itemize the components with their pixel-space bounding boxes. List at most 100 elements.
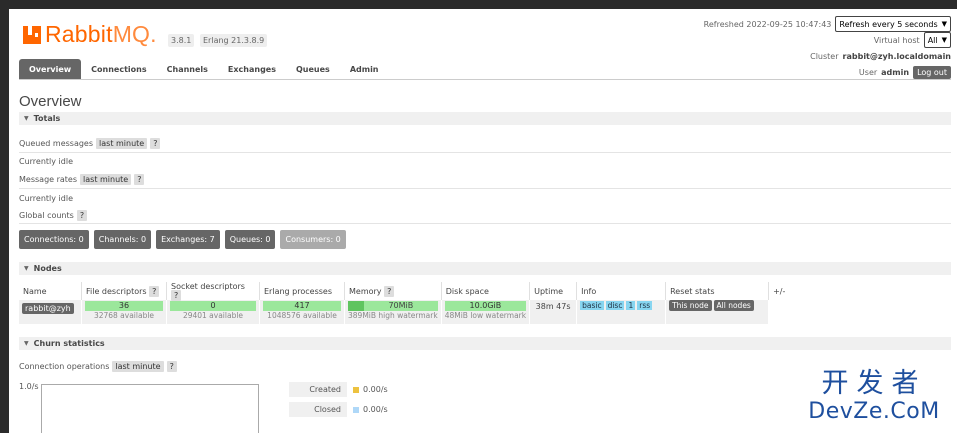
watermark-cn: 开发者: [821, 368, 927, 399]
page-title: Overview: [19, 93, 82, 110]
erlang-version-badge: Erlang 21.3.8.9: [200, 34, 268, 47]
refresh-interval-value: Refresh every 5 seconds: [839, 19, 938, 29]
refresh-interval-select[interactable]: Refresh every 5 seconds ▼: [835, 16, 951, 32]
watermark-en: DevZe.CoM: [808, 399, 940, 424]
uptime-cell: 38m 47s: [529, 300, 578, 324]
window-top-border: [0, 0, 948, 9]
reset-this-node-button[interactable]: This node: [669, 300, 712, 311]
legend-closed-label: Closed: [289, 402, 347, 417]
vhost-select[interactable]: All ▼: [923, 32, 951, 48]
rates-range-select[interactable]: last minute: [80, 174, 132, 185]
exchanges-count-button[interactable]: Exchanges: 7: [156, 230, 220, 249]
columns-toggle[interactable]: +/-: [768, 282, 798, 300]
totals-section-header[interactable]: ▼ Totals: [19, 112, 951, 125]
channels-count-button[interactable]: Channels: 0: [93, 230, 152, 249]
queued-idle-text: Currently idle: [19, 157, 73, 166]
tab-channels[interactable]: Channels: [157, 59, 218, 79]
disk-watermark: 48MiB low watermark: [444, 311, 527, 320]
nodes-section-header[interactable]: ▼ Nodes: [19, 262, 951, 275]
tab-overview[interactable]: Overview: [19, 59, 82, 79]
version-badge: 3.8.1: [168, 34, 195, 47]
nodes-header-row: Name File descriptors ? Socket descripto…: [19, 282, 798, 301]
help-button[interactable]: ?: [149, 285, 160, 297]
main-tabs: Overview Connections Channels Exchanges …: [19, 59, 389, 79]
totals-title: Totals: [33, 114, 61, 123]
logo-text-rabbit: Rabbit: [45, 21, 113, 47]
rabbitmq-logo[interactable]: Rabbit MQ.: [23, 21, 157, 48]
legend-created-label: Created: [289, 382, 347, 397]
col-socket-descriptors: Socket descriptors ?: [166, 282, 260, 301]
help-button[interactable]: ?: [384, 285, 395, 297]
divider: [19, 152, 951, 153]
connection-operations-label: Connection operations: [19, 362, 110, 371]
fd-bar: 36: [85, 301, 163, 311]
header-info: Refreshed 2022-09-25 10:47:43 Refresh ev…: [704, 16, 951, 80]
disk-cell: 10.0GiB 48MiB low watermark: [441, 300, 531, 324]
info-tag: rss: [637, 301, 653, 310]
col-name: Name: [19, 282, 82, 300]
legend-created-swatch: [353, 386, 359, 393]
logout-button[interactable]: Log out: [913, 65, 951, 79]
ep-cell: 417 1048576 available: [259, 300, 345, 324]
global-counts: Connections: 0 Channels: 0 Exchanges: 7 …: [19, 230, 346, 249]
legend-closed-value: 0.00/s: [363, 405, 388, 414]
churn-chart: [41, 384, 259, 433]
user-name: admin: [881, 67, 910, 77]
help-button[interactable]: ?: [150, 138, 161, 149]
chevron-down-icon: ▼: [941, 36, 947, 44]
legend-created-value: 0.00/s: [363, 385, 388, 394]
info-tag: basic: [580, 301, 604, 310]
col-disk-space: Disk space: [441, 282, 531, 300]
reset-all-nodes-button[interactable]: All nodes: [713, 300, 754, 311]
consumers-count-button[interactable]: Consumers: 0: [280, 230, 346, 249]
cluster-label: Cluster: [810, 51, 839, 61]
ep-bar: 417: [263, 301, 341, 311]
sd-cell: 0 29401 available: [166, 300, 260, 324]
queues-count-button[interactable]: Queues: 0: [224, 230, 276, 249]
col-socket-descriptors-label: Socket descriptors: [171, 282, 245, 291]
tab-connections[interactable]: Connections: [81, 59, 156, 79]
node-name-cell: rabbit@zyh: [19, 300, 82, 324]
rates-idle-text: Currently idle: [19, 194, 73, 203]
help-button[interactable]: ?: [171, 290, 182, 301]
legend-closed-swatch: [353, 406, 359, 413]
connections-count-button[interactable]: Connections: 0: [19, 230, 89, 249]
message-rates-row: Message rates last minute ?: [19, 174, 145, 185]
col-uptime: Uptime: [529, 282, 578, 300]
user-label: User: [858, 67, 878, 77]
col-memory: Memory ?: [344, 282, 442, 300]
queued-messages-row: Queued messages last minute ?: [19, 138, 161, 149]
memory-cell: 70MiB 389MiB high watermark: [344, 300, 442, 324]
col-erlang-processes: Erlang processes: [259, 282, 345, 300]
divider: [19, 223, 951, 224]
tab-admin[interactable]: Admin: [340, 59, 389, 79]
legend-closed: Closed 0.00/s: [289, 402, 388, 417]
queued-range-select[interactable]: last minute: [96, 138, 148, 149]
node-link[interactable]: rabbit@zyh: [22, 303, 74, 314]
vhost-label: Virtual host: [873, 35, 920, 45]
global-counts-row: Global counts ?: [19, 210, 88, 221]
empty-cell: [768, 300, 798, 324]
queued-messages-label: Queued messages: [19, 139, 94, 148]
memory-bar: 70MiB: [348, 301, 438, 311]
churn-range-select[interactable]: last minute: [112, 361, 164, 372]
chevron-down-icon: ▼: [941, 20, 947, 28]
col-info: Info: [576, 282, 667, 300]
rabbitmq-logo-icon: [23, 25, 41, 44]
memory-watermark: 389MiB high watermark: [348, 311, 438, 320]
churn-title: Churn statistics: [33, 339, 105, 348]
tab-exchanges[interactable]: Exchanges: [218, 59, 286, 79]
help-button[interactable]: ?: [166, 361, 177, 372]
help-button[interactable]: ?: [134, 174, 145, 185]
vhost-value: All: [927, 35, 938, 45]
nodes-table: Name File descriptors ? Socket descripto…: [19, 282, 798, 324]
tab-queues[interactable]: Queues: [286, 59, 340, 79]
watermark: 开发者 DevZe.CoM: [797, 369, 951, 425]
help-button[interactable]: ?: [76, 210, 88, 221]
reset-cell: This node All nodes: [665, 300, 770, 324]
info-cell: basic disc 1 rss: [576, 300, 667, 324]
disk-bar: 10.0GiB: [444, 301, 527, 311]
tabs-divider: [19, 79, 951, 80]
churn-section-header[interactable]: ▼ Churn statistics: [19, 337, 951, 350]
fd-cell: 36 32768 available: [81, 300, 167, 324]
